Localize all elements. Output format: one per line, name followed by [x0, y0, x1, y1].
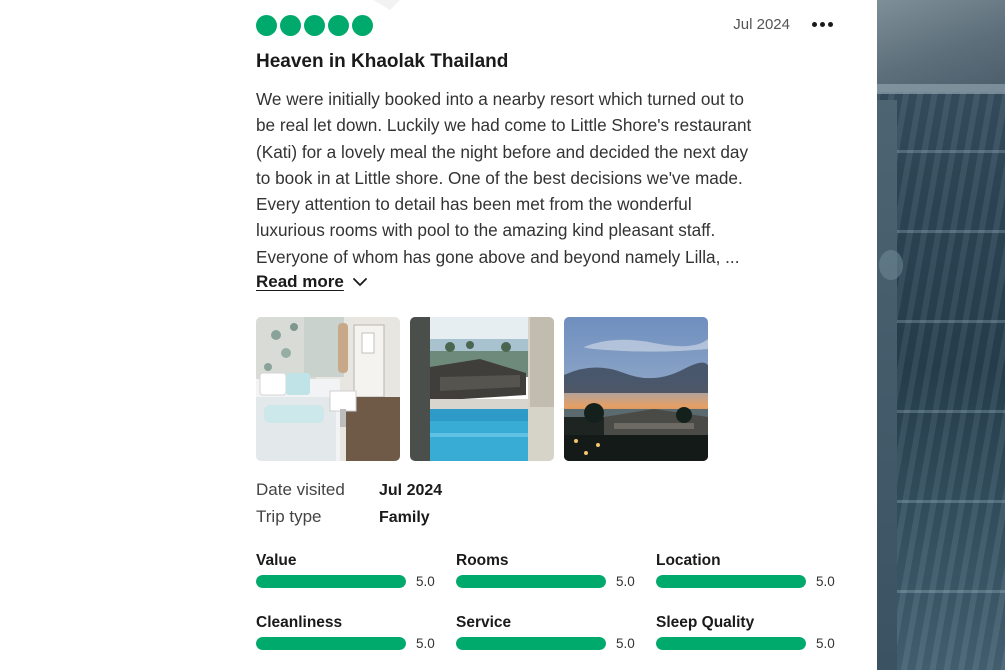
- rating-location: Location 5.0: [656, 552, 841, 589]
- sub-rating-score: 5.0: [816, 574, 835, 589]
- review-body: We were initially booked into a nearby r…: [256, 86, 836, 270]
- tooltip-tail: [373, 0, 400, 10]
- sub-rating-bar: [456, 637, 606, 650]
- sub-rating-score: 5.0: [416, 574, 435, 589]
- rating-bubble: [352, 15, 373, 36]
- sub-rating-bar: [456, 575, 606, 588]
- rating-bubble: [328, 15, 349, 36]
- sub-rating-score: 5.0: [816, 636, 835, 651]
- pool-villa-photo[interactable]: [410, 317, 554, 461]
- chevron-down-icon: [352, 278, 367, 286]
- pool-photo: [877, 0, 1005, 670]
- sub-rating-name: Cleanliness: [256, 614, 343, 631]
- sunset-resort-photo[interactable]: [564, 317, 708, 461]
- review-date: Jul 2024: [733, 16, 790, 33]
- sub-rating-bar: [256, 637, 406, 650]
- trip-details: Date visited Jul 2024 Trip type Family: [256, 480, 442, 534]
- rating-bubble: [280, 15, 301, 36]
- read-more-label: Read more: [256, 272, 344, 291]
- sub-rating-bar: [656, 637, 806, 650]
- review-body-line: luxurious rooms with pool to the amazing…: [256, 220, 716, 241]
- trip-type-row: Trip type Family: [256, 507, 442, 534]
- rating-value: Value 5.0: [256, 552, 441, 589]
- rating-cleanliness: Cleanliness 5.0: [256, 614, 441, 651]
- trip-type-label: Trip type: [256, 507, 322, 526]
- rating-rooms: Rooms 5.0: [456, 552, 641, 589]
- trip-type-value: Family: [379, 509, 430, 526]
- hotel-room-photo[interactable]: [256, 317, 400, 461]
- rating-bubble: [304, 15, 325, 36]
- sub-rating-bar: [656, 575, 806, 588]
- rating-bubble: [256, 15, 277, 36]
- date-visited-value: Jul 2024: [379, 482, 443, 499]
- review-title: Heaven in Khaolak Thailand: [256, 51, 509, 72]
- review-body-line: We were initially booked into a nearby r…: [256, 89, 744, 109]
- sub-rating-score: 5.0: [616, 636, 635, 651]
- review-body-line: be real let down. Luckily we had come to…: [256, 115, 752, 136]
- sub-rating-name: Location: [656, 552, 721, 569]
- sub-rating-name: Sleep Quality: [656, 614, 755, 631]
- rating-service: Service 5.0: [456, 614, 641, 651]
- sub-rating-bar: [256, 575, 406, 588]
- date-visited-label: Date visited: [256, 480, 345, 499]
- review-photos: [256, 317, 708, 461]
- review-body-line: (Kati) for a lovely meal the night befor…: [256, 141, 749, 162]
- review-body-line: to book in at Little shore. One of the b…: [256, 167, 743, 188]
- review-body-line: Everyone of whom has gone above and beyo…: [256, 246, 740, 267]
- sub-rating-name: Value: [256, 552, 297, 569]
- date-visited-row: Date visited Jul 2024: [256, 480, 442, 507]
- sub-rating-score: 5.0: [616, 574, 635, 589]
- review-rating: [256, 15, 373, 36]
- more-horizontal-icon[interactable]: [810, 19, 836, 31]
- rating-sleep-quality: Sleep Quality 5.0: [656, 614, 841, 651]
- sub-rating-name: Service: [456, 614, 512, 631]
- read-more-button[interactable]: Read more: [256, 272, 368, 292]
- review-body-line: Every attention to detail has been met f…: [256, 194, 692, 215]
- sub-rating-name: Rooms: [456, 552, 509, 569]
- sub-rating-score: 5.0: [416, 636, 435, 651]
